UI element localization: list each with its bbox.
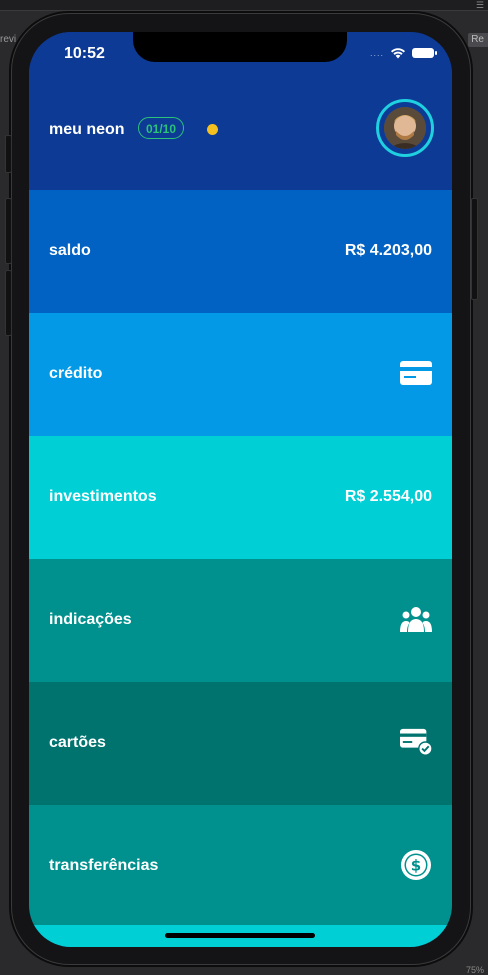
menu-item-label: investimentos <box>49 488 157 505</box>
menu-item-saldo[interactable]: saldo R$ 4.203,00 <box>29 190 452 313</box>
side-button-volume-down <box>5 270 12 336</box>
signal-indicator: .... <box>369 48 384 58</box>
menu-item-label: transferências <box>49 857 159 874</box>
credit-card-icon <box>400 359 432 387</box>
avatar <box>384 107 426 149</box>
avatar-button[interactable] <box>376 99 434 157</box>
side-button-silent <box>5 135 12 173</box>
editor-top-bar: ☰ <box>0 0 488 11</box>
investments-value: R$ 2.554,00 <box>344 488 432 505</box>
notification-dot <box>207 124 218 135</box>
editor-right-label[interactable]: Re <box>468 33 488 47</box>
status-indicators: .... <box>369 47 437 59</box>
menu-item-credito[interactable]: crédito <box>29 313 452 436</box>
balance-value: R$ 4.203,00 <box>344 242 432 259</box>
battery-icon <box>412 48 437 58</box>
side-button-power <box>471 198 478 300</box>
menu-icon[interactable]: ☰ <box>476 0 484 10</box>
status-time: 10:52 <box>64 45 105 62</box>
notch <box>133 32 347 62</box>
editor-left-label: revi <box>0 34 17 45</box>
menu-item-label: cartões <box>49 734 106 751</box>
card-check-icon <box>400 728 432 756</box>
menu-item-cartoes[interactable]: cartões <box>29 682 452 805</box>
wifi-icon <box>391 48 405 59</box>
menu-item-label: saldo <box>49 242 91 259</box>
progress-badge[interactable]: 01/10 <box>138 117 185 139</box>
zoom-level: 75% <box>465 965 484 975</box>
menu-item-label: indicações <box>49 611 132 628</box>
app-screen: 10:52 .... meu neon 01/10 saldo R$ 4.203… <box>29 32 452 947</box>
side-button-volume-up <box>5 198 12 264</box>
menu-item-investimentos[interactable]: investimentos R$ 2.554,00 <box>29 436 452 559</box>
brand-title: meu neon <box>49 121 125 138</box>
dollar-circle-icon: $ <box>400 850 432 880</box>
menu-item-transferencias[interactable]: transferências $ <box>29 805 452 928</box>
people-icon <box>400 605 432 633</box>
svg-text:$: $ <box>411 857 421 875</box>
home-indicator[interactable] <box>165 933 315 938</box>
menu-item-indicacoes[interactable]: indicações <box>29 559 452 682</box>
menu-item-label: crédito <box>49 365 103 382</box>
